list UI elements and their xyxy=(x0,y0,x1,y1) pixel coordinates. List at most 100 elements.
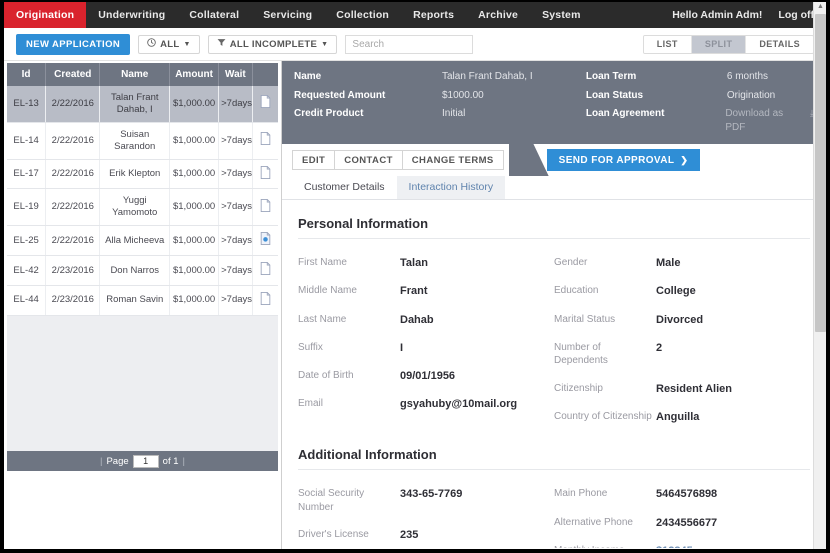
field-label: Marital Status xyxy=(554,313,616,325)
nav-item-origination[interactable]: Origination xyxy=(4,2,87,28)
detail-scroll-region[interactable]: Personal Information First Name Talan Midd… xyxy=(282,200,826,548)
all-filter-dropdown[interactable]: ALL ▼ xyxy=(138,34,200,54)
personal-info-left-column: First Name Talan Middle Name Frant Last Name… xyxy=(298,243,554,431)
cell-amount: $1,000.00 xyxy=(169,122,220,160)
cell-created: 2/22/2016 xyxy=(45,188,101,227)
logoff-link[interactable]: Log off xyxy=(778,9,814,21)
table-row[interactable]: EL-14 2/22/2016 Suisan Sarandon $1,000.00 >7… xyxy=(7,122,278,160)
column-header-created[interactable]: Created xyxy=(45,63,101,86)
pager-page-input[interactable] xyxy=(132,454,159,468)
summary-label: Loan Status xyxy=(585,89,644,101)
table-empty-space xyxy=(7,315,278,451)
field-label: Number of Dependents xyxy=(554,341,608,367)
document-icon[interactable] xyxy=(252,122,278,160)
nav-item-collateral[interactable]: Collateral xyxy=(177,2,251,28)
table-row[interactable]: EL-42 2/23/2016 Don Narros $1,000.00 >7days xyxy=(7,255,278,286)
column-header-name[interactable]: Name xyxy=(99,63,171,86)
table-row[interactable]: EL-19 2/22/2016 Yuggi Yamomoto $1,000.00 >7d… xyxy=(7,188,278,227)
nav-item-collection[interactable]: Collection xyxy=(324,2,401,28)
document-icon[interactable] xyxy=(252,188,278,227)
cell-created: 2/22/2016 xyxy=(45,122,101,160)
cell-created: 2/22/2016 xyxy=(45,225,101,256)
table-row[interactable]: EL-25 2/22/2016 Alla Micheeva $1,000.00 >7da… xyxy=(7,225,278,256)
summary-row: Requested Amount $1000.00 xyxy=(294,89,586,103)
field-label: Date of Birth xyxy=(298,370,354,382)
summary-row: Loan Status Origination xyxy=(586,89,814,103)
new-application-button[interactable]: NEW APPLICATION xyxy=(16,33,131,55)
column-header-id[interactable]: Id xyxy=(7,63,47,86)
tab-customer-details[interactable]: Customer Details xyxy=(292,176,397,199)
nav-item-system[interactable]: System xyxy=(530,2,593,28)
scrollbar-thumb[interactable] xyxy=(815,14,826,332)
pager-total-label: of 1 xyxy=(162,455,179,467)
field-value: $12345 xyxy=(656,544,693,548)
send-for-approval-button[interactable]: SEND FOR APPROVAL ❯ xyxy=(546,149,701,171)
summary-label: Name xyxy=(294,71,322,82)
document-icon[interactable] xyxy=(252,159,278,190)
view-mode-details[interactable]: DETAILS xyxy=(746,35,813,53)
field-label: Email xyxy=(298,398,324,410)
page-scrollbar[interactable]: ▲ xyxy=(813,2,826,549)
column-header-amount[interactable]: Amount xyxy=(169,63,220,86)
download-pdf-link[interactable]: Download as PDF xyxy=(725,107,805,134)
cell-wait: >7days xyxy=(218,255,253,286)
loan-summary-panel: Name Talan Frant Dahab, I Requested Amount… xyxy=(282,61,826,144)
tab-interaction-history[interactable]: Interaction History xyxy=(396,176,506,199)
view-mode-split[interactable]: SPLIT xyxy=(691,35,747,53)
send-for-approval-label: SEND FOR APPROVAL xyxy=(558,154,675,166)
nav-item-archive[interactable]: Archive xyxy=(466,2,530,28)
table-row[interactable]: EL-17 2/22/2016 Erik Klepton $1,000.00 >7day… xyxy=(7,159,278,190)
field-row: Country of Citizenship Anguilla xyxy=(554,403,810,431)
field-value: 343-65-7769 xyxy=(400,488,463,501)
cell-id: EL-13 xyxy=(7,86,47,123)
additional-information-heading: Additional Information xyxy=(298,447,810,471)
document-icon[interactable] xyxy=(252,255,278,286)
field-value: Anguilla xyxy=(656,411,700,424)
field-label: Alternative Phone xyxy=(554,516,633,528)
cell-id: EL-14 xyxy=(7,122,47,160)
cell-name: Erik Klepton xyxy=(99,159,171,190)
pager-divider-right: | xyxy=(182,455,185,467)
nav-item-servicing[interactable]: Servicing xyxy=(251,2,324,28)
clock-icon xyxy=(147,38,156,50)
field-value: Frant xyxy=(400,285,428,298)
field-label: Main Phone xyxy=(554,488,608,500)
toolbar: NEW APPLICATION ALL ▼ ALL INCOMPLETE ▼ L… xyxy=(4,28,826,61)
field-label: Education xyxy=(554,285,599,297)
field-value: Resident Alien xyxy=(656,382,732,395)
cell-wait: >7days xyxy=(218,285,253,316)
application-window: Origination Underwriting Collateral Servici… xyxy=(0,0,830,553)
edit-button[interactable]: EDIT xyxy=(292,150,336,170)
contact-button[interactable]: CONTACT xyxy=(334,150,403,170)
summary-label: Loan Term xyxy=(585,71,637,82)
incomplete-filter-dropdown[interactable]: ALL INCOMPLETE ▼ xyxy=(207,34,338,54)
document-icon[interactable] xyxy=(252,86,278,123)
nav-item-reports[interactable]: Reports xyxy=(401,2,466,28)
column-header-document[interactable] xyxy=(252,63,278,86)
cell-wait: >7days xyxy=(218,86,253,123)
field-label: Middle Name xyxy=(298,285,357,297)
scroll-up-arrow-icon[interactable]: ▲ xyxy=(816,3,825,10)
field-label: Country of Citizenship xyxy=(554,411,652,423)
cell-amount: $1,000.00 xyxy=(169,255,220,286)
cell-amount: $1,000.00 xyxy=(169,225,220,256)
field-value: 2 xyxy=(656,341,663,354)
summary-row: Loan Term 6 months xyxy=(586,70,814,84)
column-header-wait[interactable]: Wait xyxy=(218,63,253,86)
document-attachment-icon[interactable] xyxy=(252,225,278,256)
change-terms-button[interactable]: CHANGE TERMS xyxy=(401,150,504,170)
personal-information-fields: First Name Talan Middle Name Frant Last Name… xyxy=(298,243,810,431)
field-row: Education College xyxy=(554,277,810,305)
field-label: Citizenship xyxy=(554,382,603,394)
document-icon[interactable] xyxy=(252,285,278,316)
pagination-bar: | Page of 1 | xyxy=(7,451,278,471)
table-row[interactable]: EL-13 2/22/2016 Talan Frant Dahab, I $1,000… xyxy=(7,86,278,123)
additional-info-left-column: Social Security Number 343-65-7769 Driver'… xyxy=(298,474,554,548)
search-input[interactable] xyxy=(345,34,474,54)
nav-user-area: Hello Admin Adm! Log off xyxy=(672,2,826,28)
nav-item-underwriting[interactable]: Underwriting xyxy=(86,2,177,28)
summary-row: Loan Agreement Download as PDF ⤓ xyxy=(586,107,814,134)
table-row[interactable]: EL-44 2/23/2016 Roman Savin $1,000.00 >7days xyxy=(7,285,278,316)
main-navigation: Origination Underwriting Collateral Servici… xyxy=(4,2,826,28)
view-mode-list[interactable]: LIST xyxy=(643,35,692,53)
